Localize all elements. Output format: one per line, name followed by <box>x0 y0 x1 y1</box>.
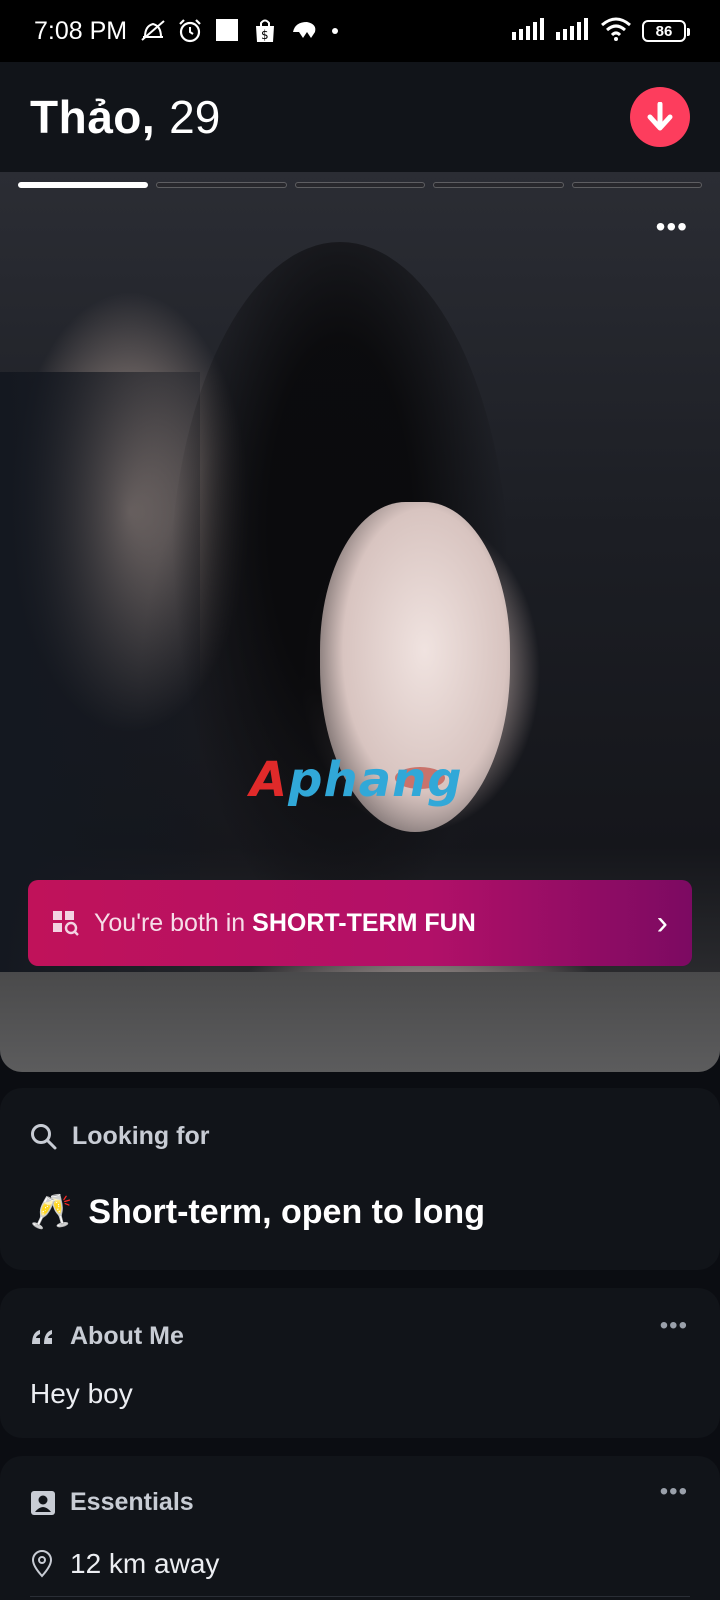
about-me-title: About Me <box>70 1322 184 1350</box>
looking-for-title: Looking for <box>72 1122 210 1150</box>
photo-more-options-button[interactable]: ••• <box>656 213 688 241</box>
essentials-more-options-button[interactable]: ••• <box>660 1478 688 1506</box>
profile-age: 29 <box>169 91 221 143</box>
photo-progress-segment <box>294 182 426 188</box>
relationship-goal-icon <box>53 911 79 936</box>
close-profile-button[interactable] <box>630 87 690 147</box>
photo-progress-segment <box>156 182 287 188</box>
wifi-icon <box>600 17 632 46</box>
search-icon <box>31 1123 57 1149</box>
champagne-icon: 🥂 <box>30 1193 73 1231</box>
status-bar: 7:08 PM $ 86 <box>0 0 720 62</box>
location-pin-icon <box>31 1550 53 1578</box>
essentials-title: Essentials <box>70 1488 194 1516</box>
photo-progress-segment <box>433 182 564 188</box>
watermark-logo: Aphang <box>250 752 463 808</box>
about-more-options-button[interactable]: ••• <box>660 1312 688 1340</box>
chevron-right-icon: › <box>656 903 668 942</box>
banner-prefix: You're both in <box>94 908 253 937</box>
signal-icon <box>512 17 546 45</box>
essentials-card: Essentials ••• 12 km away <box>0 1456 720 1600</box>
mute-icon <box>139 18 165 44</box>
alarm-icon <box>177 18 203 44</box>
quote-icon <box>32 1329 52 1344</box>
signal-icon <box>556 17 590 45</box>
photo-progress-segment <box>571 182 703 188</box>
profile-card-icon <box>31 1490 55 1515</box>
about-me-card: About Me ••• Hey boy <box>0 1288 720 1438</box>
photo-progress-bar <box>18 182 703 188</box>
about-me-text: Hey boy <box>30 1378 133 1409</box>
looking-for-card: Looking for 🥂 Short-term, open to long <box>0 1088 720 1270</box>
notification-square-icon <box>215 18 241 44</box>
profile-photo[interactable]: ••• Aphang You're both in SHORT-TERM FUN… <box>0 172 720 1072</box>
more-notifications-dot-icon <box>329 18 355 44</box>
photo-progress-segment <box>18 182 149 188</box>
looking-for-value: Short-term, open to long <box>88 1192 485 1231</box>
shared-goal-banner[interactable]: You're both in SHORT-TERM FUN › <box>28 880 692 966</box>
distance-value: 12 km away <box>70 1548 220 1579</box>
svg-text:$: $ <box>261 28 269 42</box>
profile-name: Thảo, <box>30 91 156 143</box>
arrow-down-icon <box>647 102 673 131</box>
status-time: 7:08 PM <box>34 16 128 45</box>
shopping-bag-icon: $ <box>253 18 279 44</box>
app-notification-icon <box>291 18 317 44</box>
banner-highlight: SHORT-TERM FUN <box>252 908 476 937</box>
profile-header: Thảo, 29 <box>0 62 720 172</box>
battery-level: 86 <box>655 22 673 40</box>
battery-icon: 86 <box>642 20 690 42</box>
divider <box>30 1596 690 1597</box>
